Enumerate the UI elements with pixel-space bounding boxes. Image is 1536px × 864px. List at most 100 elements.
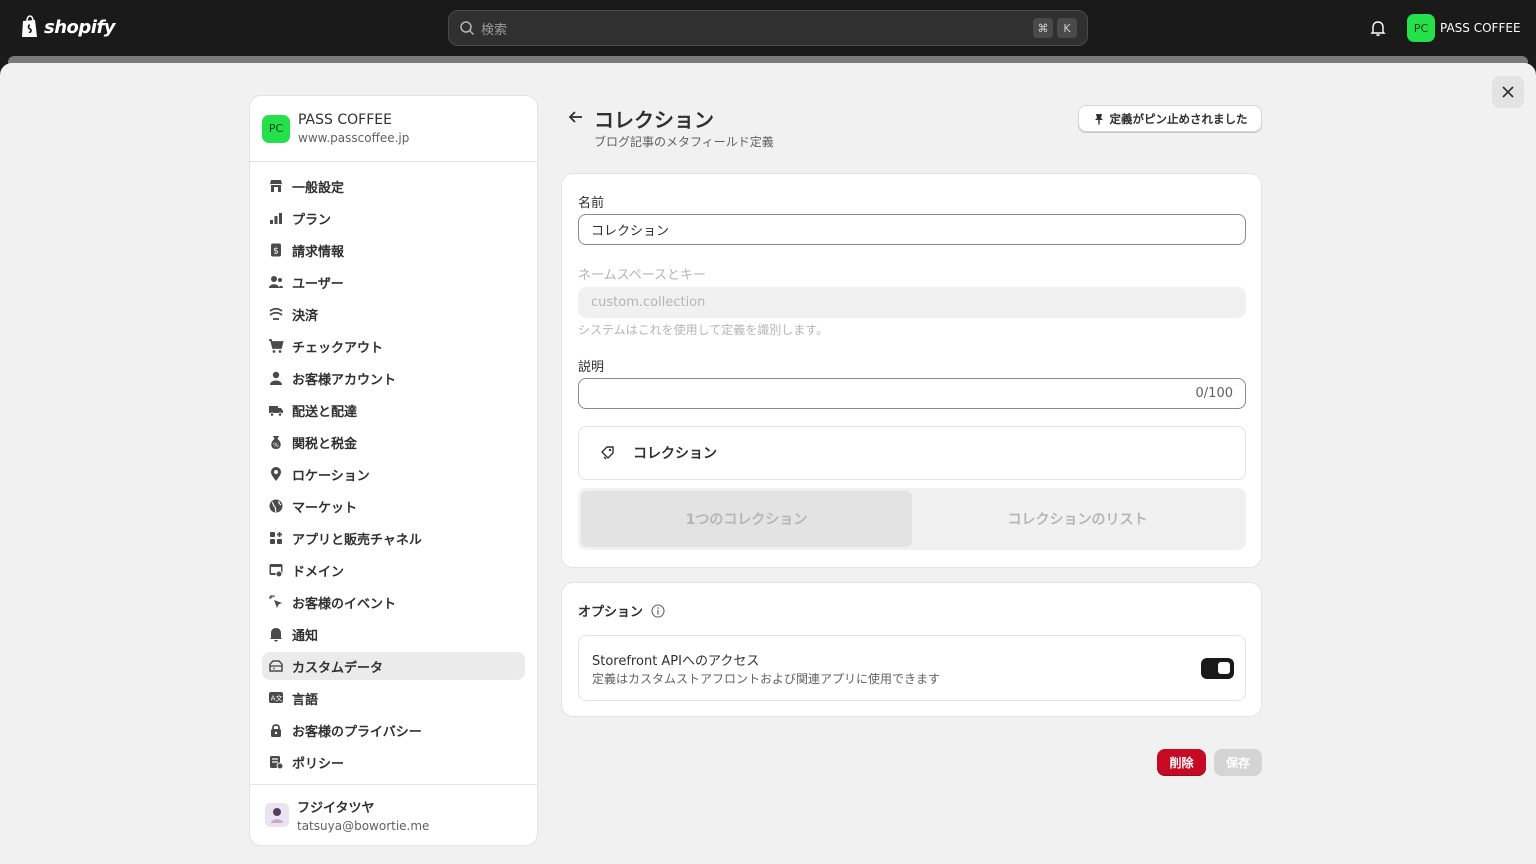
storefront-access-row: Storefront APIへのアクセス 定義はカスタムストアフロントおよび関連… xyxy=(578,635,1246,701)
apps-icon xyxy=(268,530,284,546)
sidebar-item[interactable]: % 関税と税金 xyxy=(262,428,525,456)
sidebar-item[interactable]: プラン xyxy=(262,204,525,232)
search-icon xyxy=(460,21,475,36)
sidebar-item-label: ロケーション xyxy=(292,468,370,484)
pin-button[interactable]: 定義がピン止めされました xyxy=(1078,105,1262,132)
segment-single[interactable]: 1つのコレクション xyxy=(581,491,912,547)
shopify-bag-icon xyxy=(22,15,37,37)
sidebar-item[interactable]: 決済 xyxy=(262,300,525,328)
language-icon: A文 xyxy=(268,690,284,706)
pin-label: 定義がピン止めされました xyxy=(1109,111,1248,126)
options-card: オプション Storefront APIへのアクセス 定義はカスタムストアフロン… xyxy=(561,582,1262,717)
sidebar-item-label: 言語 xyxy=(292,692,319,708)
name-input-value: コレクション xyxy=(591,224,670,239)
sidebar-item[interactable]: 配送と配達 xyxy=(262,396,525,424)
svg-text:$: $ xyxy=(273,247,279,257)
sidebar-item[interactable]: $ 請求情報 xyxy=(262,236,525,264)
save-button[interactable]: 保存 xyxy=(1214,749,1262,776)
user-email: tatsuya@bowortie.me xyxy=(297,819,430,833)
sidebar-item[interactable]: ユーザー xyxy=(262,268,525,296)
pin-icon xyxy=(1094,113,1103,124)
brand-wordmark: shopify xyxy=(44,16,116,38)
plan-icon xyxy=(268,210,284,226)
sidebar-item[interactable]: お客様アカウント xyxy=(262,364,525,392)
sidebar-item-label: 関税と税金 xyxy=(292,436,358,452)
sidebar-item[interactable]: ドメイン xyxy=(262,556,525,584)
sidebar-item[interactable]: ロケーション xyxy=(262,460,525,488)
notifications-bell-icon[interactable] xyxy=(1369,19,1387,37)
close-icon xyxy=(1502,86,1514,98)
sidebar-item-label: マーケット xyxy=(292,500,358,516)
sidebar-item[interactable]: 一般設定 xyxy=(262,172,525,200)
page-subtitle: ブログ記事のメタフィールド定義 xyxy=(594,135,774,149)
globe-icon xyxy=(268,498,284,514)
truck-icon xyxy=(268,402,284,418)
description-input[interactable]: 0/100 xyxy=(578,378,1246,409)
sidebar-item[interactable]: A 文言語 xyxy=(262,684,525,712)
namespace-help: システムはこれを使用して定義を識別します。 xyxy=(578,323,829,337)
sidebar-item[interactable]: お客様のイベント xyxy=(262,588,525,616)
sidebar-nav: 一般設定 プラン $ 請求情報 ユーザー 決済 チェックアウト お客様アカウント 配送と配達% 関… xyxy=(250,162,537,776)
sidebar-item-label: 一般設定 xyxy=(292,180,345,196)
name-input[interactable]: コレクション xyxy=(578,214,1246,245)
billing-icon: $ xyxy=(268,242,284,258)
svg-text:%: % xyxy=(273,442,279,449)
users-icon xyxy=(268,274,284,290)
lock-icon xyxy=(268,722,284,738)
namespace-input: custom.collection xyxy=(578,287,1246,318)
type-label: コレクション xyxy=(633,446,717,462)
sidebar-store-name: PASS COFFEE xyxy=(298,112,392,128)
search-bar[interactable]: 検索 ⌘ K xyxy=(448,10,1088,46)
sidebar-item-label: ユーザー xyxy=(292,276,344,292)
page-title: コレクション xyxy=(594,108,714,132)
options-heading: オプション xyxy=(578,601,665,620)
policy-icon xyxy=(268,754,284,770)
sidebar-item-label: アプリと販売チャネル xyxy=(292,532,422,548)
bell-icon xyxy=(268,626,284,642)
sidebar-item-label: カスタムデータ xyxy=(292,660,384,676)
back-arrow-icon[interactable] xyxy=(566,107,586,127)
user-avatar xyxy=(265,803,289,827)
sidebar-item[interactable]: カスタムデータ xyxy=(262,652,525,680)
delete-button[interactable]: 削除 xyxy=(1157,749,1206,776)
description-counter: 0/100 xyxy=(1195,386,1233,401)
storefront-description: 定義はカスタムストアフロントおよび関連アプリに使用できます xyxy=(592,672,941,686)
sidebar-store-header[interactable]: PC PASS COFFEE www.passcoffee.jp xyxy=(250,96,537,162)
shortcut-k-key: K xyxy=(1057,18,1077,38)
sidebar-store-url: www.passcoffee.jp xyxy=(298,131,410,145)
top-bar: shopify 検索 ⌘ K PC PASS COFFEE xyxy=(0,0,1536,56)
namespace-label: ネームスペースとキー xyxy=(578,268,707,283)
sidebar-item[interactable]: アプリと販売チャネル xyxy=(262,524,525,552)
storefront-toggle[interactable] xyxy=(1201,658,1234,679)
description-label: 説明 xyxy=(578,360,605,375)
sidebar-item-label: 通知 xyxy=(292,628,319,644)
sidebar-item[interactable]: お客様のプライバシー xyxy=(262,716,525,744)
sidebar-item[interactable]: ポリシー xyxy=(262,748,525,776)
segment-list[interactable]: コレクションのリスト xyxy=(912,491,1243,547)
sidebar-user[interactable]: フジイタツヤ tatsuya@bowortie.me xyxy=(250,784,537,845)
shopify-logo[interactable]: shopify xyxy=(20,15,116,39)
sidebar-item[interactable]: チェックアウト xyxy=(262,332,525,360)
sidebar-item-label: 配送と配達 xyxy=(292,404,358,420)
user-name: フジイタツヤ xyxy=(297,801,375,816)
cardinality-segmented-control: 1つのコレクション コレクションのリスト xyxy=(578,488,1246,550)
close-button[interactable] xyxy=(1492,76,1524,108)
definition-card: 名前 コレクション ネームスペースとキー custom.collection シ… xyxy=(561,173,1262,568)
cursor-icon xyxy=(268,594,284,610)
collection-icon xyxy=(601,446,614,460)
store-menu-button[interactable]: PC PASS COFFEE xyxy=(1407,14,1521,42)
storefront-title: Storefront APIへのアクセス xyxy=(592,654,760,669)
info-icon[interactable] xyxy=(651,603,665,618)
sidebar-item-label: お客様のプライバシー xyxy=(292,724,422,740)
sidebar-item[interactable]: 通知 xyxy=(262,620,525,648)
sidebar-item-label: ドメイン xyxy=(292,564,345,580)
store-name: PASS COFFEE xyxy=(1440,21,1521,35)
store-icon xyxy=(268,178,284,194)
settings-sidebar: PC PASS COFFEE www.passcoffee.jp 一般設定プラン… xyxy=(249,95,538,846)
sidebar-item-label: 請求情報 xyxy=(292,244,345,260)
sidebar-item-label: お客様のイベント xyxy=(292,596,397,612)
sidebar-item[interactable]: マーケット xyxy=(262,492,525,520)
shortcut-cmd-key: ⌘ xyxy=(1033,18,1053,38)
type-selector[interactable]: コレクション xyxy=(578,426,1246,480)
sidebar-item-label: 決済 xyxy=(292,308,319,324)
